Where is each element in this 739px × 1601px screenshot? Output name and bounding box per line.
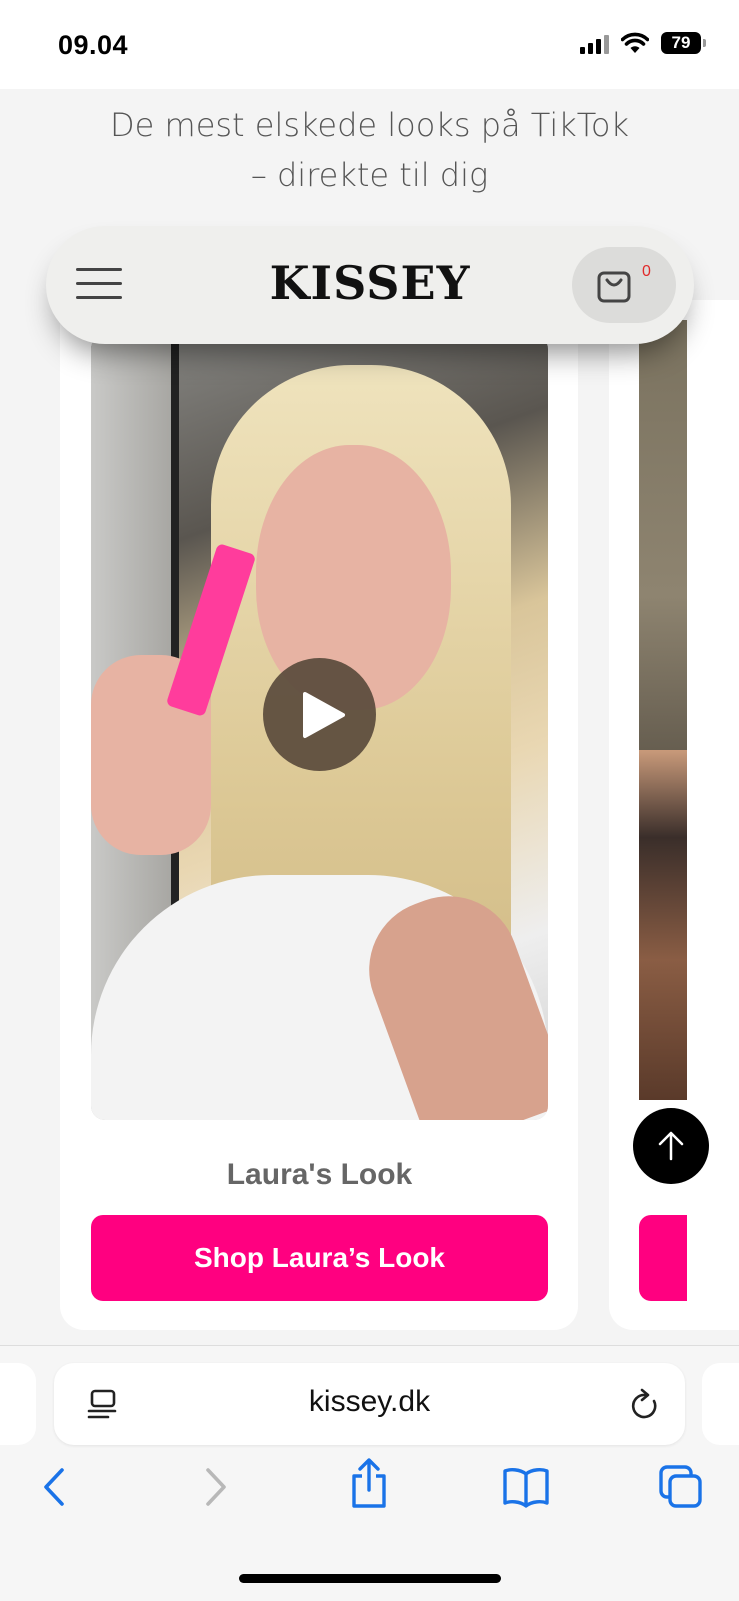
browser-bar: kissey.dk	[0, 1345, 739, 1601]
bookmarks-icon[interactable]	[502, 1466, 550, 1508]
site-header: KISSEY 0	[46, 226, 694, 344]
status-bar: 09.04 79	[0, 0, 739, 89]
play-icon	[302, 691, 345, 738]
tabs-icon[interactable]	[658, 1464, 704, 1510]
forward-icon[interactable]	[200, 1466, 230, 1508]
battery-level: 79	[671, 33, 691, 52]
reload-icon[interactable]	[628, 1387, 662, 1423]
share-icon[interactable]	[348, 1458, 390, 1510]
wifi-icon	[621, 32, 649, 53]
browser-toolbar	[0, 1458, 739, 1526]
next-look-shop-button[interactable]	[639, 1215, 687, 1301]
look-title: Laura's Look	[226, 1158, 413, 1191]
previous-tab-preview[interactable]	[0, 1363, 36, 1445]
tagline: De mest elskede looks på TikTok – direkt…	[0, 100, 739, 200]
tagline-line-1: De mest elskede looks på TikTok	[110, 106, 629, 144]
url-text: kissey.dk	[308, 1385, 431, 1418]
battery-indicator: 79	[661, 32, 706, 54]
play-button[interactable]	[263, 658, 376, 771]
cart-count: 0	[642, 263, 651, 280]
status-time: 09.04	[58, 30, 129, 60]
shop-look-button[interactable]: Shop Laura’s Look	[91, 1215, 548, 1301]
cart-button[interactable]: 0	[572, 247, 676, 323]
address-bar[interactable]: kissey.dk	[54, 1363, 685, 1445]
tagline-line-2: – direkte til dig	[250, 156, 489, 194]
home-indicator	[239, 1574, 501, 1583]
status-icons: 79	[580, 32, 706, 54]
next-tab-preview[interactable]	[702, 1363, 739, 1445]
back-icon[interactable]	[40, 1466, 70, 1508]
scroll-to-top-button[interactable]	[633, 1108, 709, 1184]
cellular-signal-icon	[580, 32, 609, 54]
arrow-up-icon	[658, 1131, 684, 1161]
shopping-bag-icon	[597, 271, 631, 303]
